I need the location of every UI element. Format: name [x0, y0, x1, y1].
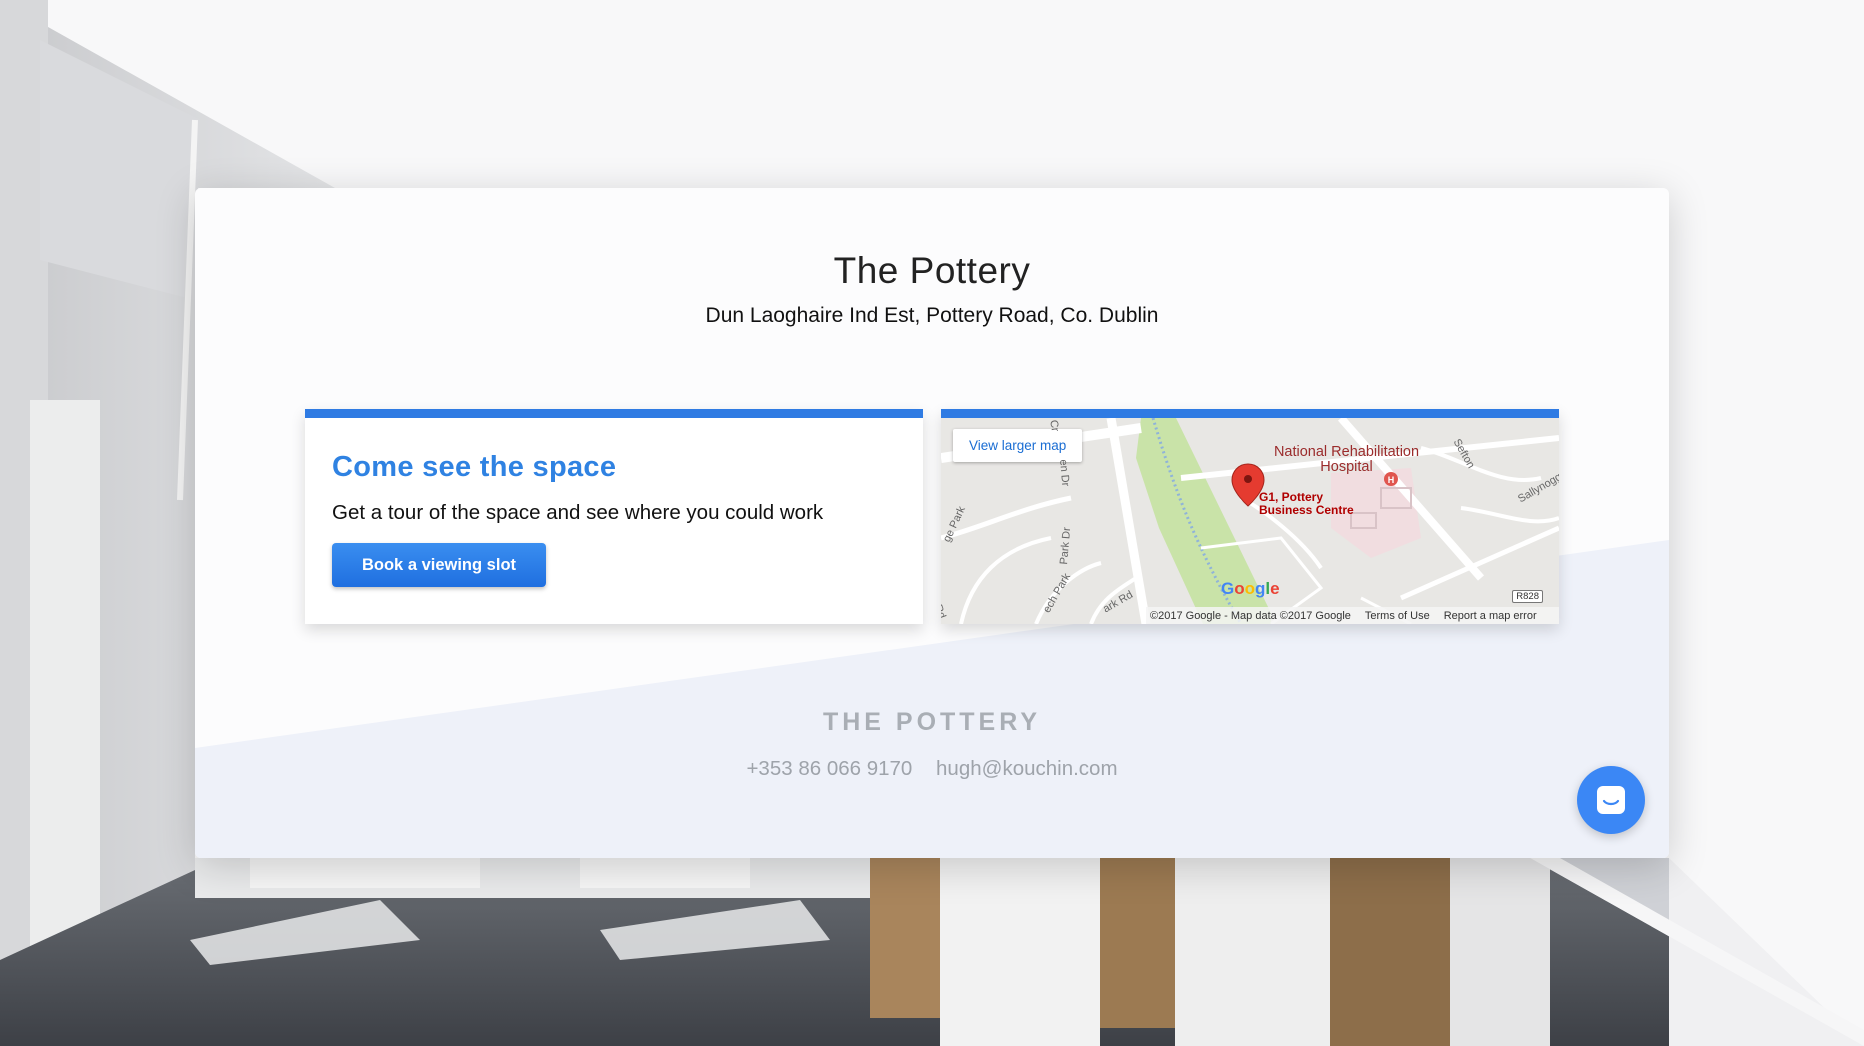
road-badge: R828: [1512, 590, 1543, 603]
panel-accent-bar: [305, 409, 923, 418]
book-viewing-button[interactable]: Book a viewing slot: [332, 543, 546, 587]
map-place-label: National Rehabilitation Hospital: [1273, 444, 1420, 475]
map-terms-link[interactable]: Terms of Use: [1365, 610, 1430, 622]
chat-launcher-button[interactable]: [1577, 766, 1645, 834]
chat-icon: [1597, 786, 1625, 814]
map-copyright: ©2017 Google - Map data ©2017 Google: [1150, 609, 1351, 622]
page-title: The Pottery: [833, 250, 1031, 291]
hospital-marker-icon: H: [1387, 475, 1395, 485]
viewing-panel: Come see the space Get a tour of the spa…: [305, 409, 923, 624]
address-text: Dun Laoghaire Ind Est, Pottery Road, Co.…: [705, 304, 1159, 327]
email-link[interactable]: hugh@kouchin.com: [936, 757, 1118, 780]
map-pin-label: G1, Pottery Business Centre: [1259, 490, 1354, 517]
cta-description: Get a tour of the space and see where yo…: [332, 501, 824, 524]
map-panel[interactable]: View larger map National Rehabilitation …: [941, 409, 1559, 624]
footer-contacts: +353 86 066 9170 hugh@kouchin.com: [195, 757, 1669, 781]
cta-heading: Come see the space: [332, 451, 617, 483]
panel-accent-bar: [941, 409, 1559, 418]
footer-brand: THE POTTERY: [822, 708, 1042, 736]
map-report-link[interactable]: Report a map error: [1444, 610, 1537, 622]
phone-link[interactable]: +353 86 066 9170: [746, 757, 912, 780]
view-larger-map-link[interactable]: View larger map: [953, 429, 1083, 462]
google-logo: Google: [1221, 579, 1280, 598]
location-card: The Pottery Dun Laoghaire Ind Est, Potte…: [195, 188, 1669, 858]
street-label: en Dr: [1057, 459, 1072, 487]
map-footer: ©2017 Google - Map data ©2017 Google Ter…: [1146, 607, 1559, 624]
street-label: Cr: [1047, 419, 1062, 433]
